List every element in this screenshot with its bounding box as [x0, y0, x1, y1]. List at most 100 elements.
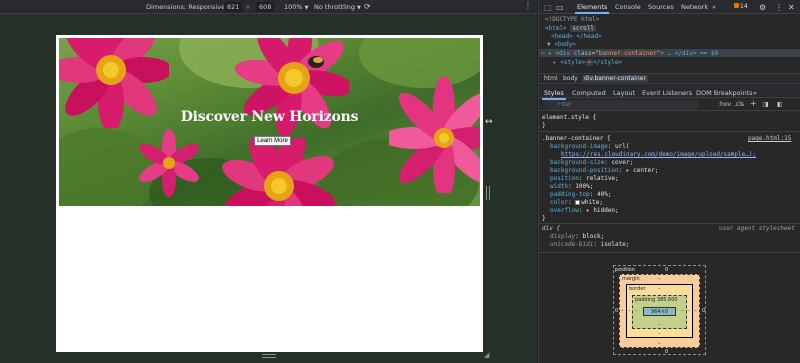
style-node[interactable]: ▸ <style> ⋯ </style>: [553, 59, 622, 66]
throttling-dropdown[interactable]: No throttling ▼: [314, 2, 361, 12]
prop-value: 40%;: [596, 191, 612, 198]
position-left-value: 0: [615, 308, 619, 314]
div-ua-selector[interactable]: div {: [542, 225, 560, 232]
height-input[interactable]: 608: [256, 2, 275, 12]
doctype-node[interactable]: <!DOCTYPE html>: [545, 16, 599, 23]
div-tail: > … </div> == $0: [660, 50, 719, 57]
prop-value: relative;: [586, 175, 619, 182]
url-link[interactable]: https://res.cloudinary.com/demo/image/up…: [561, 151, 756, 158]
width-input[interactable]: 821: [224, 2, 243, 12]
more-tabs-icon[interactable]: »: [753, 89, 757, 97]
decl-background-position[interactable]: background-position: ▸ center;: [550, 167, 658, 174]
decl-padding-top[interactable]: padding-top: 40%;: [550, 191, 611, 198]
decl-overflow[interactable]: overflow: ▸ hidden;: [550, 207, 619, 214]
breadcrumb-html[interactable]: html: [542, 75, 560, 82]
dimensions-dropdown[interactable]: Dimensions: Responsive▼: [146, 2, 231, 12]
tab-layout[interactable]: Layout: [613, 89, 635, 97]
resize-handle-right[interactable]: [486, 186, 490, 200]
issues-badge[interactable]: 14: [734, 3, 748, 10]
decl-position[interactable]: position: relative;: [550, 175, 619, 182]
tab-computed[interactable]: Computed: [572, 89, 606, 97]
styles-filter-input[interactable]: [544, 100, 699, 110]
tab-console[interactable]: Console: [615, 3, 641, 11]
body-node[interactable]: ▼ <body>: [547, 41, 576, 48]
paint-icon[interactable]: ◨: [763, 101, 769, 108]
margin-right-value: –: [694, 308, 697, 314]
tab-dom-breakpoints[interactable]: DOM Breakpoints: [696, 89, 753, 97]
device-viewport: Discover New Horizons Learn More: [56, 35, 483, 352]
dom-tree: <!DOCTYPE html> <html> scroll <head> </h…: [539, 15, 800, 73]
decl-color[interactable]: color: white;: [550, 199, 603, 206]
prop-name: padding-top: [550, 191, 590, 198]
flower-image: [219, 129, 339, 206]
resize-handle-corner[interactable]: ◢: [484, 352, 491, 359]
more-options-icon[interactable]: ⋮: [775, 3, 783, 12]
tab-network[interactable]: Network: [681, 3, 708, 11]
decl-unicode-bidi[interactable]: unicode-bidi: isolate;: [550, 241, 630, 248]
decl-width[interactable]: width: 100%;: [550, 183, 593, 190]
more-options-icon[interactable]: ⋮: [524, 1, 532, 10]
tab-styles[interactable]: Styles: [542, 89, 566, 100]
prop-value: isolate;: [600, 241, 630, 248]
dimensions-label: Dimensions: Responsive: [146, 3, 226, 11]
add-style-rule-icon[interactable]: +: [750, 99, 757, 108]
expand-triangle-icon: ▸: [553, 59, 557, 66]
resize-handle-bottom[interactable]: [262, 354, 276, 358]
style-tag: <style>: [560, 59, 586, 66]
breadcrumb-body[interactable]: body: [561, 75, 580, 82]
hov-toggle[interactable]: :hov: [718, 101, 731, 108]
div-node-selected[interactable]: ⋯ ▸ <div class="banner-container"> … </d…: [541, 50, 718, 57]
banner-container-close: }: [542, 215, 546, 222]
rule-divider: [539, 223, 800, 224]
prop-value: ▸ hidden;: [586, 207, 619, 214]
more-dots-icon: ⋯: [541, 50, 545, 57]
warning-icon: [734, 3, 739, 8]
prop-name: overflow: [550, 207, 579, 214]
box-content[interactable]: 964×0: [643, 307, 676, 316]
device-toolbar: Dimensions: Responsive▼ 821 × 608 100%▼ …: [0, 0, 537, 14]
resize-horizontal-icon: ↔: [485, 117, 493, 127]
flower-image: [129, 128, 209, 198]
color-swatch[interactable]: [575, 200, 581, 205]
prop-name: unicode-bidi: [550, 241, 594, 248]
computed-sidebar-icon[interactable]: ◧: [777, 101, 783, 108]
padding-right-value: –: [681, 308, 684, 314]
more-tabs-icon[interactable]: »: [712, 3, 716, 11]
position-bottom-value: 0: [665, 349, 669, 355]
border-right-value: –: [687, 308, 690, 314]
prop-name: background-position: [550, 167, 619, 174]
gear-icon[interactable]: ⚙: [759, 3, 766, 12]
element-style-close: }: [542, 122, 546, 129]
close-icon[interactable]: ✕: [788, 3, 795, 12]
breadcrumb-div[interactable]: div.banner-container: [582, 75, 648, 82]
decl-background-size[interactable]: background-size: cover;: [550, 159, 633, 166]
head-node[interactable]: <head> </head>: [551, 33, 602, 40]
decl-background-image-url[interactable]: https://res.cloudinary.com/demo/image/up…: [561, 151, 756, 158]
html-node[interactable]: <html> scroll: [545, 25, 596, 32]
cls-toggle[interactable]: .cls: [734, 101, 744, 108]
scroll-chip[interactable]: scroll: [570, 25, 596, 32]
rotate-icon[interactable]: ⟳: [364, 2, 371, 12]
inspect-element-icon[interactable]: ⬚: [544, 3, 552, 12]
times-icon: ×: [245, 3, 251, 11]
decl-background-image[interactable]: background-image: url(: [550, 143, 629, 150]
throttling-label: No throttling: [314, 3, 356, 11]
zoom-dropdown[interactable]: 100% ▼: [284, 2, 308, 12]
element-style-selector[interactable]: element.style {: [542, 114, 596, 121]
border-left-value: –: [628, 308, 631, 314]
margin-left-value: –: [621, 308, 624, 314]
banner-container-selector[interactable]: .banner-container {: [542, 135, 611, 142]
html-tag: <html>: [545, 25, 567, 32]
devtools-panel: ⬚ ▭ Elements Console Sources Network » 1…: [538, 0, 800, 363]
tab-elements[interactable]: Elements: [574, 3, 610, 14]
source-link[interactable]: page.html:15: [748, 135, 791, 142]
tab-sources[interactable]: Sources: [648, 3, 674, 11]
device-toggle-icon[interactable]: ▭: [556, 3, 564, 12]
learn-more-button[interactable]: Learn More: [254, 136, 291, 146]
attr-value: "banner-container": [595, 50, 661, 57]
tab-event-listeners[interactable]: Event Listeners: [642, 89, 692, 97]
decl-display[interactable]: display: block;: [550, 233, 604, 240]
banner-container: Discover New Horizons Learn More: [59, 38, 480, 206]
issues-count: 14: [740, 3, 748, 10]
prop-value: block;: [582, 233, 605, 240]
